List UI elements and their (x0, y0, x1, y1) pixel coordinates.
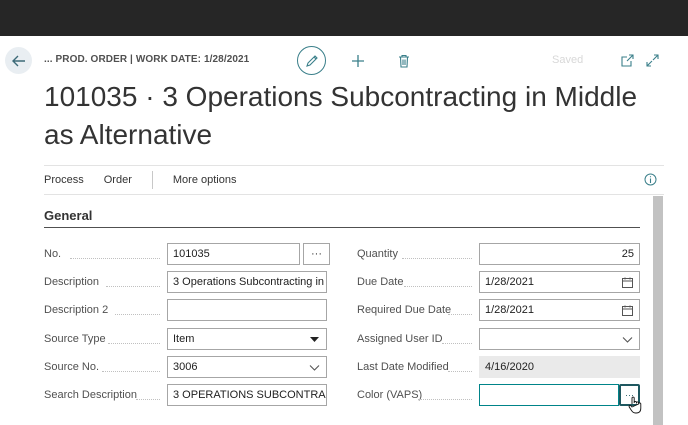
label-leader (442, 343, 472, 344)
color-label: Color (VAPS) (357, 389, 423, 401)
description-label: Description (44, 276, 100, 288)
ellipsis-icon: ··· (311, 248, 322, 260)
calendar-icon[interactable] (622, 277, 633, 288)
source-no-value: 3006 (173, 361, 198, 373)
last-modified-field: 4/16/2020 (479, 356, 640, 378)
source-type-value: Item (173, 333, 195, 345)
scrollbar-thumb[interactable] (653, 196, 663, 425)
assigned-user-field[interactable] (479, 328, 640, 350)
label-leader (418, 399, 472, 400)
source-no-label: Source No. (44, 361, 100, 373)
description2-field[interactable] (167, 299, 327, 321)
label-leader (70, 258, 160, 259)
source-no-field[interactable]: 3006 (167, 356, 327, 378)
chevron-down-icon (309, 365, 320, 371)
trash-icon (399, 54, 409, 68)
divider (44, 194, 664, 195)
open-new-window-button[interactable] (618, 51, 636, 69)
label-leader (106, 286, 160, 287)
label-leader (402, 258, 472, 259)
app-top-bar (0, 0, 688, 36)
breadcrumb: ... PROD. ORDER | WORK DATE: 1/28/2021 (44, 54, 250, 65)
label-leader (136, 399, 160, 400)
action-order[interactable]: Order (104, 174, 132, 186)
calendar-icon[interactable] (622, 305, 633, 316)
fasttab-general-title[interactable]: General (44, 208, 92, 223)
required-due-date-field[interactable]: 1/28/2021 (479, 299, 640, 321)
edit-button[interactable] (297, 46, 326, 75)
required-due-date-value: 1/28/2021 (485, 304, 534, 316)
description2-label: Description 2 (44, 304, 109, 316)
new-button[interactable] (346, 49, 370, 73)
hand-cursor-icon (628, 396, 642, 414)
action-process[interactable]: Process (44, 174, 84, 186)
due-date-label: Due Date (357, 276, 404, 288)
pencil-icon (305, 54, 318, 67)
due-date-value: 1/28/2021 (485, 276, 534, 288)
assigned-user-label: Assigned User ID (357, 333, 443, 345)
source-type-label: Source Type (44, 333, 106, 345)
source-type-select[interactable]: Item (167, 328, 327, 350)
back-button[interactable] (5, 47, 32, 74)
due-date-field[interactable]: 1/28/2021 (479, 271, 640, 293)
label-leader (404, 286, 472, 287)
color-field[interactable] (479, 384, 619, 406)
search-description-field[interactable]: 3 OPERATIONS SUBCONTRACTING IN MIDDLE AS… (167, 384, 327, 406)
chevron-down-icon (622, 337, 633, 343)
last-modified-label: Last Date Modified (357, 361, 449, 373)
open-new-window-icon (620, 53, 634, 67)
label-leader (448, 371, 472, 372)
no-field[interactable]: 101035 (167, 243, 300, 265)
action-more-options[interactable]: More options (173, 174, 237, 186)
search-description-label: Search Description (44, 389, 137, 401)
arrow-left-icon (11, 55, 25, 66)
info-icon[interactable] (644, 173, 657, 186)
expand-button[interactable] (643, 51, 661, 69)
no-assist-button[interactable]: ··· (303, 243, 330, 265)
label-leader (108, 343, 160, 344)
delete-button[interactable] (393, 49, 415, 73)
expand-icon (645, 53, 659, 67)
label-leader (448, 314, 472, 315)
label-leader (115, 314, 160, 315)
no-label: No. (44, 248, 62, 260)
required-due-date-label: Required Due Date (357, 304, 452, 316)
plus-icon (352, 55, 364, 67)
action-separator (151, 171, 153, 189)
dropdown-arrow-icon (310, 337, 319, 342)
quantity-field[interactable]: 25 (479, 243, 640, 265)
saved-status: Saved (552, 54, 584, 66)
label-leader (102, 371, 160, 372)
fasttab-underline (44, 227, 640, 228)
description-field[interactable]: 3 Operations Subcontracting in Middle as… (167, 271, 327, 293)
quantity-label: Quantity (357, 248, 398, 260)
action-bar: Process Order More options (44, 166, 256, 194)
page-title: 101035 · 3 Operations Subcontracting in … (44, 81, 638, 150)
